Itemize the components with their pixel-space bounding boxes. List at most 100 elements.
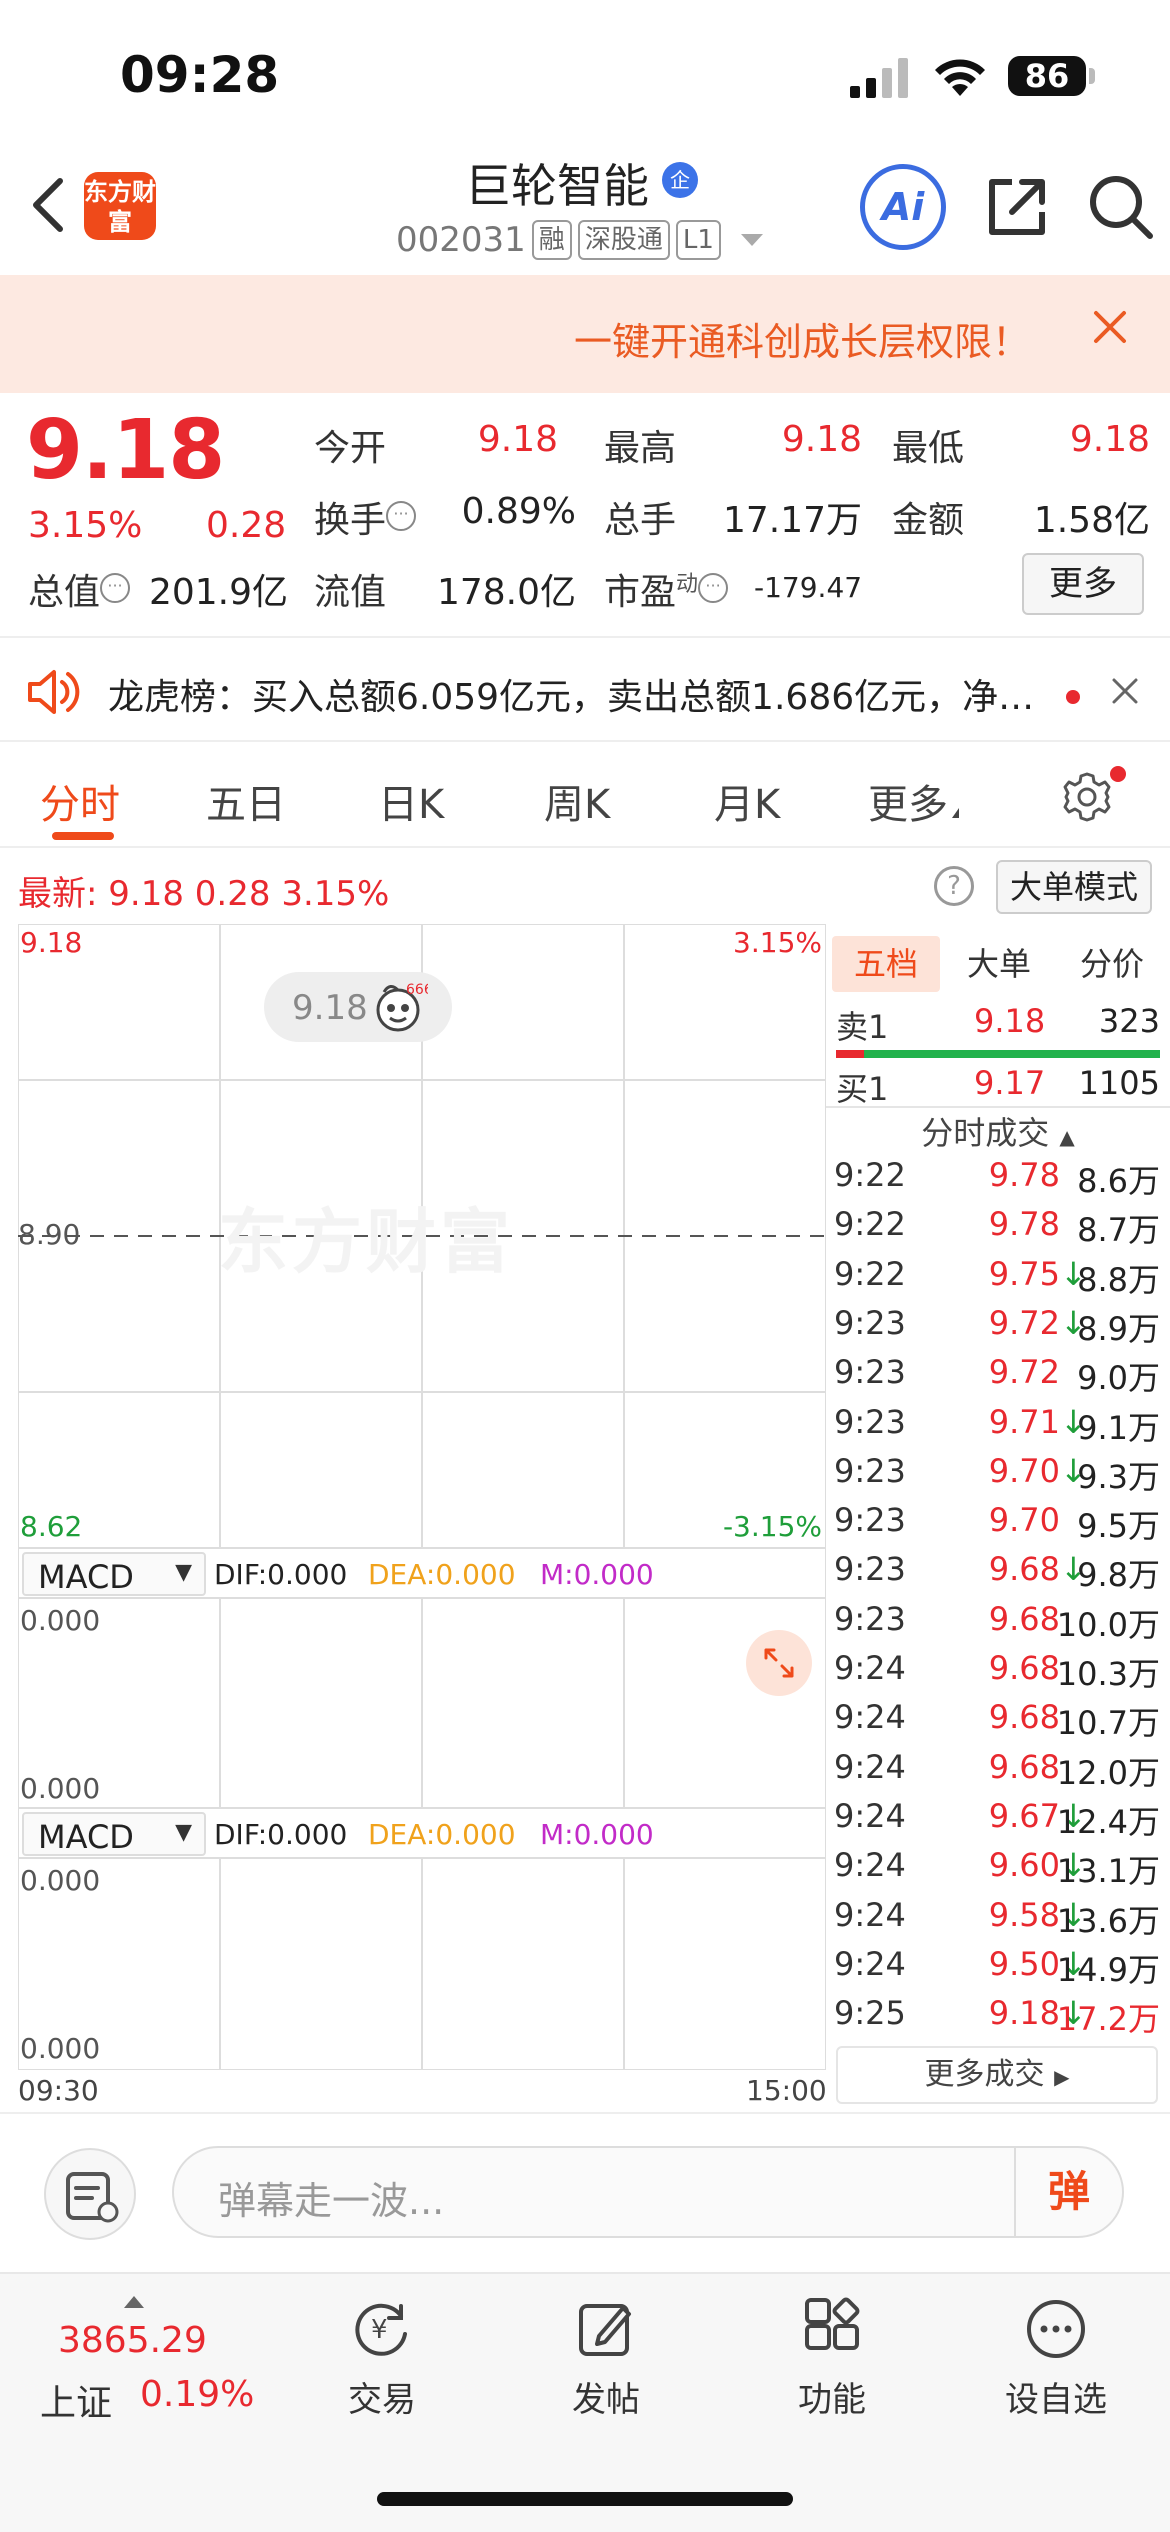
- tab-price-dist[interactable]: 分价: [1058, 936, 1166, 992]
- share-icon[interactable]: [982, 172, 1052, 242]
- change-amount: 0.28: [206, 505, 287, 546]
- macd2-axis-top: 0.000: [20, 1864, 101, 1897]
- volume-label: 总手: [604, 500, 677, 541]
- trade-row: 9:25 9.18 ↓ 17.2万: [834, 1994, 1170, 2043]
- enterprise-badge-icon: 企: [662, 162, 698, 198]
- tab-weekly-k[interactable]: 周K: [544, 772, 610, 830]
- stock-subtitle[interactable]: 002031 融 深股通 L1: [396, 220, 763, 260]
- wifi-icon: [935, 59, 985, 96]
- tab-more[interactable]: 更多: [868, 772, 959, 830]
- big-order-mode-button[interactable]: 大单模式: [996, 860, 1152, 914]
- tab-intraday[interactable]: 分时: [40, 772, 120, 830]
- sell1-vol: 323: [1098, 1002, 1160, 1040]
- dragon-tiger-notice[interactable]: 龙虎榜：买入总额6.059亿元，卖出总额1.686亿元，净买入: [0, 636, 1170, 742]
- trade-row: 9:24 9.50 ↓ 14.9万: [834, 1945, 1170, 1994]
- ask-bar-portion: [836, 1050, 864, 1058]
- danmu-placeholder: 弹幕走一波...: [218, 2179, 445, 2223]
- trade-volume: 9.8万: [1077, 1556, 1160, 1595]
- macd-selector[interactable]: MACD ▼: [22, 1552, 206, 1596]
- more-trades-button[interactable]: 更多成交 ▶: [836, 2046, 1158, 2104]
- latest-quote-line: 最新: 9.18 0.28 3.15%: [18, 866, 389, 915]
- trade-time: 9:23: [834, 1303, 906, 1342]
- tag-connect: 深股通: [577, 220, 670, 260]
- tab-monthly-k[interactable]: 月K: [714, 772, 780, 830]
- tag-margin: 融: [531, 220, 572, 260]
- chart-tabs: 分时 五日 日K 周K 月K 更多: [0, 742, 1170, 848]
- brand-logo[interactable]: 东方财富: [84, 172, 156, 240]
- trade-price: 9.68: [988, 1698, 1060, 1737]
- order-book-tabs: 五档 大单 分价: [826, 930, 1170, 992]
- sell1-price: 9.18: [974, 1002, 1046, 1040]
- trade-row: 9:24 9.68 10.7万: [834, 1698, 1170, 1747]
- index-name: 上证: [40, 2383, 113, 2424]
- trade-row: 9:23 9.70 9.5万: [834, 1501, 1170, 1550]
- trade-volume: 8.7万: [1077, 1211, 1160, 1250]
- more-quote-button[interactable]: 更多: [1022, 553, 1144, 615]
- tab-more-label: 更多: [868, 782, 948, 828]
- tab-five-day[interactable]: 五日: [206, 772, 286, 830]
- tab-big-orders[interactable]: 大单: [946, 936, 1052, 992]
- expand-chart-button[interactable]: [746, 1630, 812, 1696]
- search-icon[interactable]: [1086, 172, 1156, 242]
- tab-five-levels[interactable]: 五档: [832, 936, 940, 992]
- speaker-icon: [28, 670, 80, 714]
- nav-functions[interactable]: 功能: [752, 2296, 912, 2421]
- open-label: 今开: [314, 428, 387, 469]
- intraday-chart[interactable]: 东方财富 9.18 3.15% 8.90 8.62 -3.15% 9.18 66…: [18, 924, 826, 2070]
- trade-price: 9.68: [988, 1550, 1060, 1589]
- trade-time: 9:22: [834, 1254, 906, 1293]
- trades-title[interactable]: 分时成交 ▲: [826, 1108, 1170, 1154]
- macd-dif-2: DIF:0.000: [214, 1818, 348, 1851]
- trade-price: 9.68: [988, 1649, 1060, 1687]
- trade-volume: 13.1万: [1056, 1852, 1160, 1891]
- nav-add-watchlist[interactable]: 设自选: [976, 2296, 1136, 2421]
- trade-time: 9:22: [834, 1156, 906, 1194]
- trade-time: 9:23: [834, 1599, 906, 1638]
- gear-icon[interactable]: [1060, 770, 1114, 824]
- stock-name[interactable]: 巨轮智能: [465, 150, 649, 216]
- info-icon[interactable]: ···: [698, 573, 729, 603]
- index-pct: 0.19%: [140, 2374, 255, 2415]
- bubble-price: 9.18: [292, 988, 368, 1028]
- trade-row: 9:23 9.71 ↓ 9.1万: [834, 1403, 1170, 1452]
- back-icon[interactable]: [24, 175, 74, 235]
- close-icon[interactable]: [1088, 305, 1132, 349]
- order-book-panel: 五档 大单 分价 卖1 9.18 323 买1 9.17 1105 分时成交 ▲…: [826, 924, 1170, 2110]
- info-icon[interactable]: ···: [386, 501, 417, 531]
- trade-price: 9.78: [988, 1156, 1060, 1194]
- trade-price: 9.70: [988, 1501, 1060, 1540]
- trade-volume: 9.1万: [1077, 1408, 1160, 1447]
- tab-daily-k[interactable]: 日K: [378, 772, 444, 830]
- help-icon[interactable]: ?: [934, 866, 974, 906]
- promo-banner[interactable]: 一键开通科创成长层权限！: [0, 275, 1170, 393]
- caret-up-icon: ▲: [1059, 1125, 1075, 1149]
- turnover-label-text: 换手: [314, 500, 387, 541]
- trade-price: 9.67: [988, 1796, 1060, 1835]
- danmu-input[interactable]: 弹幕走一波... 弹: [172, 2146, 1124, 2238]
- more-circle-icon: [1027, 2300, 1085, 2358]
- trade-time: 9:23: [834, 1550, 906, 1589]
- chevron-down-icon[interactable]: [740, 234, 763, 246]
- nav-post[interactable]: 发帖: [526, 2296, 686, 2421]
- macd-m-2: M:0.000: [540, 1818, 654, 1851]
- nav-post-label: 发帖: [572, 2380, 640, 2420]
- price-bubble[interactable]: 9.18 666: [264, 972, 452, 1042]
- more-trades-label: 更多成交: [924, 2057, 1045, 2092]
- nav-trade[interactable]: ¥ 交易: [302, 2296, 462, 2421]
- trade-time: 9:22: [834, 1205, 906, 1244]
- open-value: 9.18: [477, 419, 558, 460]
- ai-assistant-button[interactable]: Ai: [860, 164, 946, 250]
- danmu-button[interactable]: 弹: [1014, 2148, 1122, 2236]
- trade-time: 9:23: [834, 1501, 906, 1540]
- trades-title-text: 分时成交: [921, 1114, 1050, 1152]
- dragon-tiger-text[interactable]: 龙虎榜：买入总额6.059亿元，卖出总额1.686亿元，净买入: [108, 668, 1038, 720]
- banner-text[interactable]: 一键开通科创成长层权限！: [574, 311, 1030, 366]
- note-button[interactable]: [44, 2148, 136, 2240]
- macd-selector-2[interactable]: MACD ▼: [22, 1812, 206, 1856]
- status-bar: 09:28 86: [0, 0, 1170, 150]
- macd-dea: DEA:0.000: [368, 1558, 516, 1591]
- latest-label: 最新:: [18, 874, 98, 914]
- info-icon[interactable]: ···: [100, 573, 131, 603]
- axis-bottom-price: 8.62: [20, 1510, 83, 1543]
- close-icon[interactable]: [1110, 676, 1140, 706]
